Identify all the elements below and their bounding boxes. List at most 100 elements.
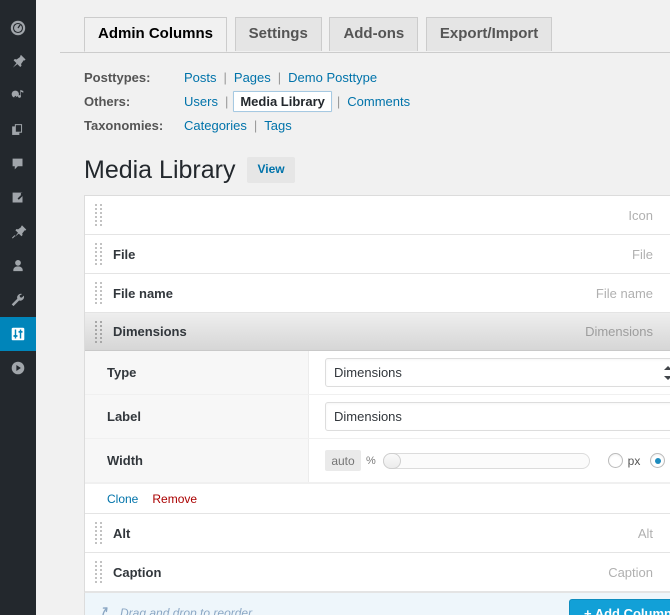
drag-handle[interactable] xyxy=(85,282,113,304)
sidebar-item-pages[interactable] xyxy=(0,113,36,147)
menu-row-posttypes: Posttypes: Posts | Pages | Demo Posttype xyxy=(84,65,670,89)
type-select[interactable]: Dimensions xyxy=(325,358,670,387)
sidebar-item-comments[interactable] xyxy=(0,147,36,181)
column-label: File xyxy=(113,247,135,262)
width-unit-percent[interactable]: % xyxy=(650,453,670,468)
tab-settings[interactable]: Settings xyxy=(235,17,322,51)
column-item-dimensions: Dimensions Dimensions Type Dimensions xyxy=(85,313,670,514)
clone-link[interactable]: Clone xyxy=(107,492,138,506)
menu-link-media-library[interactable]: Media Library xyxy=(233,91,332,112)
drag-dots-icon xyxy=(95,321,103,343)
column-header[interactable]: Caption Caption xyxy=(85,553,670,591)
menu-link-comments[interactable]: Comments xyxy=(345,93,412,110)
radio-px-icon[interactable] xyxy=(608,453,623,468)
menu-separator: | xyxy=(219,70,232,85)
column-type: Caption xyxy=(608,565,667,580)
field-label-label: Label xyxy=(85,395,309,438)
column-header[interactable]: Icon xyxy=(85,196,670,234)
tab-admin-columns[interactable]: Admin Columns xyxy=(84,17,227,52)
column-header[interactable]: Alt Alt xyxy=(85,514,670,552)
menu-separator: | xyxy=(249,118,262,133)
sidebar-item-posts[interactable] xyxy=(0,45,36,79)
media-icon xyxy=(9,87,27,105)
columns-list: Icon File File File name xyxy=(84,195,670,592)
menu-group-label: Others: xyxy=(84,94,182,109)
sidebar-item-admin-columns[interactable] xyxy=(0,317,36,351)
pages-icon xyxy=(9,121,27,139)
column-label: File name xyxy=(113,286,173,301)
drag-handle[interactable] xyxy=(85,522,113,544)
width-unit-px[interactable]: px xyxy=(608,453,641,468)
drag-dots-icon xyxy=(95,243,103,265)
sidebar-item-media[interactable] xyxy=(0,79,36,113)
column-header[interactable]: File name File name xyxy=(85,274,670,312)
drag-handle[interactable] xyxy=(85,561,113,583)
menu-group-label: Posttypes: xyxy=(84,70,182,85)
sidebar-item-plugins[interactable] xyxy=(0,215,36,249)
column-item-caption: Caption Caption xyxy=(85,553,670,592)
tab-export-import[interactable]: Export/Import xyxy=(426,17,552,51)
menu-link-users[interactable]: Users xyxy=(182,93,220,110)
column-type: Icon xyxy=(628,208,667,223)
drag-handle[interactable] xyxy=(85,243,113,265)
page-heading: Media Library View xyxy=(84,155,670,185)
column-type: Dimensions xyxy=(585,324,667,339)
admin-sidebar xyxy=(0,0,36,615)
remove-link[interactable]: Remove xyxy=(152,492,197,506)
sidebar-item-dashboard[interactable] xyxy=(0,11,36,45)
form-row-type: Type Dimensions xyxy=(85,351,670,395)
column-item-file: File File xyxy=(85,235,670,274)
column-type: File name xyxy=(596,286,667,301)
main-content: Admin Columns Settings Add-ons Export/Im… xyxy=(36,0,670,615)
menu-separator: | xyxy=(220,94,233,109)
columns-footer: Drag and drop to reorder + Add Column xyxy=(84,592,670,615)
radio-percent-icon[interactable] xyxy=(650,453,665,468)
user-icon xyxy=(9,257,27,275)
tab-add-ons[interactable]: Add-ons xyxy=(329,17,418,51)
sidebar-item-collapse-menu[interactable] xyxy=(0,351,36,385)
radio-px-label: px xyxy=(623,454,641,468)
add-column-button[interactable]: + Add Column xyxy=(569,599,670,615)
form-row-label: Label xyxy=(85,395,670,439)
column-header[interactable]: File File xyxy=(85,235,670,273)
width-controls: % px % xyxy=(325,450,670,471)
field-control-width: % px % xyxy=(309,439,670,482)
page-title: Media Library xyxy=(84,155,235,185)
width-slider[interactable] xyxy=(383,453,590,469)
curved-arrow-icon xyxy=(99,606,113,615)
form-row-width: Width % px xyxy=(85,439,670,483)
field-label-width: Width xyxy=(85,439,309,482)
menu-link-categories[interactable]: Categories xyxy=(182,117,249,134)
drag-dots-icon xyxy=(95,282,103,304)
menu-separator: | xyxy=(332,94,345,109)
menu-link-demo-posttype[interactable]: Demo Posttype xyxy=(286,69,379,86)
wrench-icon xyxy=(9,291,27,309)
sidebar-item-appearance[interactable] xyxy=(0,181,36,215)
menu-separator: | xyxy=(273,70,286,85)
sliders-icon xyxy=(9,325,27,343)
drag-handle[interactable] xyxy=(85,321,113,343)
menu-link-tags[interactable]: Tags xyxy=(262,117,293,134)
column-header[interactable]: Dimensions Dimensions xyxy=(85,313,670,351)
menu-link-pages[interactable]: Pages xyxy=(232,69,273,86)
sidebar-item-users[interactable] xyxy=(0,249,36,283)
column-type: File xyxy=(632,247,667,262)
dashboard-icon xyxy=(9,19,27,37)
width-input[interactable] xyxy=(325,450,361,471)
drag-dots-icon xyxy=(95,204,103,226)
menu-group-label: Taxonomies: xyxy=(84,118,182,133)
drag-handle[interactable] xyxy=(85,204,113,226)
comment-icon xyxy=(9,155,27,173)
view-button[interactable]: View xyxy=(247,157,294,182)
sidebar-item-tools[interactable] xyxy=(0,283,36,317)
drag-hint-text: Drag and drop to reorder xyxy=(120,606,252,615)
settings-tabs: Admin Columns Settings Add-ons Export/Im… xyxy=(60,12,670,53)
width-unit-radios: px % xyxy=(608,453,670,468)
menu-link-posts[interactable]: Posts xyxy=(182,69,219,86)
width-slider-handle[interactable] xyxy=(383,453,401,469)
column-label: Caption xyxy=(113,565,161,580)
width-unit-suffix: % xyxy=(361,455,383,467)
label-input[interactable] xyxy=(325,402,670,431)
menu-row-taxonomies: Taxonomies: Categories | Tags xyxy=(84,113,670,137)
drag-and-drop-hint: Drag and drop to reorder xyxy=(99,606,252,615)
